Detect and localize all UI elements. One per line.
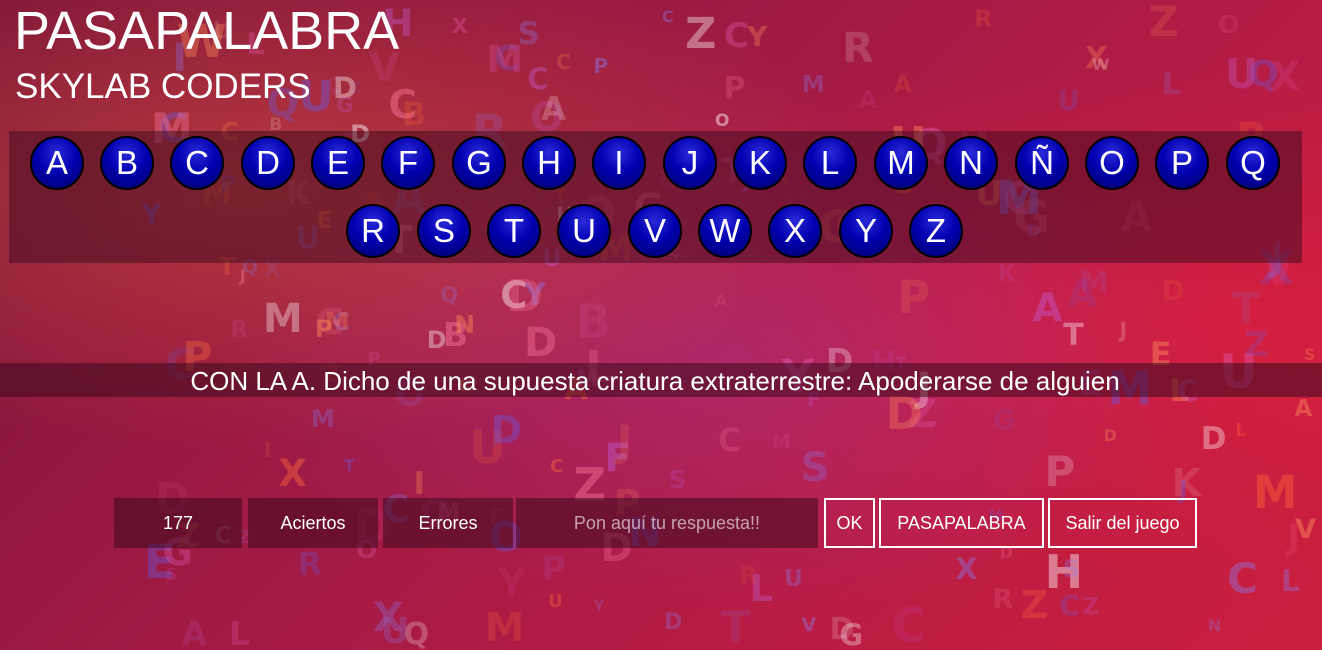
letter-v[interactable]: V bbox=[628, 204, 682, 258]
letter-a[interactable]: A bbox=[30, 136, 84, 190]
ok-button[interactable]: OK bbox=[824, 498, 875, 548]
letter-x[interactable]: X bbox=[768, 204, 822, 258]
letter-d[interactable]: D bbox=[241, 136, 295, 190]
letter-c[interactable]: C bbox=[170, 136, 224, 190]
letter-j[interactable]: J bbox=[663, 136, 717, 190]
letter-w[interactable]: W bbox=[698, 204, 752, 258]
letter-m[interactable]: M bbox=[874, 136, 928, 190]
letter-z[interactable]: Z bbox=[909, 204, 963, 258]
answer-input[interactable] bbox=[516, 498, 818, 548]
letter-f[interactable]: F bbox=[381, 136, 435, 190]
question-text: CON LA A. Dicho de una supuesta criatura… bbox=[190, 366, 1120, 396]
letter-g[interactable]: G bbox=[452, 136, 506, 190]
letter-i[interactable]: I bbox=[592, 136, 646, 190]
exit-game-button[interactable]: Salir del juego bbox=[1048, 498, 1197, 548]
timer-display: 177 bbox=[114, 498, 242, 548]
letter-r[interactable]: R bbox=[346, 204, 400, 258]
letter-u[interactable]: U bbox=[557, 204, 611, 258]
letter-y[interactable]: Y bbox=[839, 204, 893, 258]
errors-counter: Errores bbox=[383, 498, 513, 548]
letter-l[interactable]: L bbox=[803, 136, 857, 190]
letter-q[interactable]: Q bbox=[1226, 136, 1280, 190]
page-title: PASAPALABRA bbox=[14, 1, 400, 61]
letter-rosco: A B C D E F G H I J K L M N Ñ O P Q R S … bbox=[9, 131, 1302, 263]
pasapalabra-button[interactable]: PASAPALABRA bbox=[879, 498, 1044, 548]
letter-t[interactable]: T bbox=[487, 204, 541, 258]
letter-s[interactable]: S bbox=[417, 204, 471, 258]
letter-k[interactable]: K bbox=[733, 136, 787, 190]
letter-o[interactable]: O bbox=[1085, 136, 1139, 190]
letter-n[interactable]: N bbox=[944, 136, 998, 190]
letter-e[interactable]: E bbox=[311, 136, 365, 190]
letter-b[interactable]: B bbox=[100, 136, 154, 190]
letter-p[interactable]: P bbox=[1155, 136, 1209, 190]
letter-h[interactable]: H bbox=[522, 136, 576, 190]
correct-counter: Aciertos bbox=[248, 498, 378, 548]
letter-enie[interactable]: Ñ bbox=[1015, 136, 1069, 190]
page-subtitle: SKYLAB CODERS bbox=[15, 67, 311, 106]
